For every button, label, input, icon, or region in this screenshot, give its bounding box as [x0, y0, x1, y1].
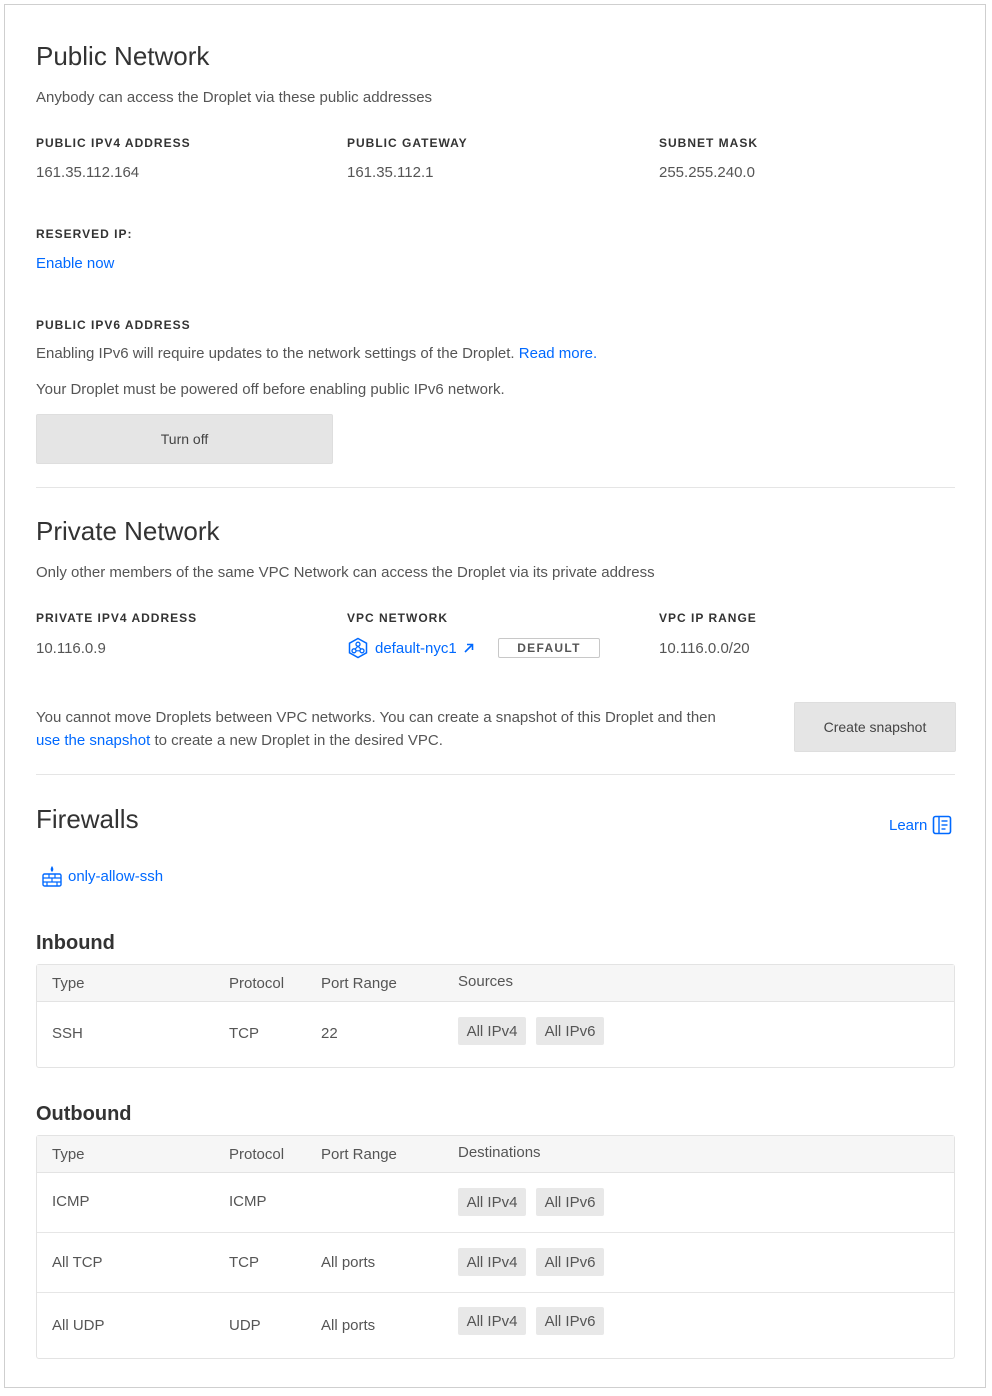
rule-type: ICMP: [52, 1193, 90, 1210]
private-network-title: Private Network: [36, 516, 220, 546]
ipv6-note: Enabling IPv6 will require updates to th…: [36, 345, 597, 362]
table-row: SSH TCP 22 All IPv4 All IPv6: [37, 1002, 954, 1068]
firewalls-title: Firewalls: [36, 804, 139, 834]
vpc-ip-range-label: VPC IP RANGE: [659, 611, 757, 625]
rule-protocol: ICMP: [229, 1193, 267, 1210]
column-header-type: Type: [52, 1146, 85, 1163]
destination-chip: All IPv6: [536, 1248, 604, 1276]
column-header-protocol: Protocol: [229, 975, 285, 992]
rule-type: All TCP: [52, 1254, 103, 1271]
firewall-icon: [42, 865, 62, 887]
outbound-rules-table: Type Protocol Port Range Destinations IC…: [36, 1135, 955, 1359]
rule-protocol: TCP: [229, 1254, 259, 1271]
private-ipv4-value: 10.116.0.9: [36, 640, 106, 657]
public-ipv6-label: PUBLIC IPV6 ADDRESS: [36, 318, 191, 332]
rule-port-range: All ports: [321, 1317, 376, 1334]
ipv6-note-text: Enabling IPv6 will require updates to th…: [36, 345, 515, 362]
rule-type: SSH: [52, 1025, 83, 1042]
source-chip: All IPv4: [458, 1017, 526, 1045]
subnet-mask-value: 255.255.240.0: [659, 164, 755, 181]
rule-port-range: All ports: [321, 1254, 376, 1271]
enable-reserved-ip-link[interactable]: Enable now: [36, 255, 114, 272]
ipv6-read-more-link[interactable]: Read more.: [519, 345, 597, 362]
rule-protocol: TCP: [229, 1025, 259, 1042]
rule-port-range: 22: [321, 1025, 338, 1042]
table-row: All UDP UDP All ports All IPv4 All IPv6: [37, 1293, 954, 1359]
subnet-mask-label: SUBNET MASK: [659, 136, 759, 150]
public-ipv4-label: PUBLIC IPV4 ADDRESS: [36, 136, 191, 150]
document-icon[interactable]: [932, 815, 952, 835]
column-header-protocol: Protocol: [229, 1146, 285, 1163]
reserved-ip-label: RESERVED IP:: [36, 227, 133, 241]
destination-chip: All IPv4: [458, 1248, 526, 1276]
use-snapshot-link[interactable]: use the snapshot: [36, 732, 150, 749]
section-divider: [36, 774, 955, 775]
section-divider: [36, 487, 955, 488]
vpc-move-note-text: You cannot move Droplets between VPC net…: [36, 709, 716, 726]
rule-type: All UDP: [52, 1317, 105, 1334]
destination-chip: All IPv6: [536, 1307, 604, 1335]
ipv6-power-note: Your Droplet must be powered off before …: [36, 381, 505, 398]
vpc-network-label: VPC NETWORK: [347, 611, 448, 625]
public-network-title: Public Network: [36, 41, 210, 71]
private-network-description: Only other members of the same VPC Netwo…: [36, 564, 655, 581]
create-snapshot-button[interactable]: Create snapshot: [794, 702, 956, 752]
destination-chip: All IPv4: [458, 1307, 526, 1335]
column-header-destinations: Destinations: [458, 1144, 541, 1161]
table-header: Type Protocol Port Range Destinations: [37, 1136, 954, 1173]
public-ipv4-value: 161.35.112.164: [36, 164, 140, 181]
table-row: All TCP TCP All ports All IPv4 All IPv6: [37, 1233, 954, 1293]
turn-off-button[interactable]: Turn off: [36, 414, 333, 464]
table-header: Type Protocol Port Range Sources: [37, 965, 954, 1002]
source-chip: All IPv6: [536, 1017, 604, 1045]
vpc-network-link[interactable]: default-nyc1: [375, 640, 457, 657]
inbound-rules-table: Type Protocol Port Range Sources SSH TCP…: [36, 964, 955, 1068]
external-link-arrow-icon[interactable]: [463, 642, 475, 654]
vpc-move-note-text-end: to create a new Droplet in the desired V…: [154, 732, 443, 749]
rule-protocol: UDP: [229, 1317, 261, 1334]
public-network-description: Anybody can access the Droplet via these…: [36, 89, 433, 106]
column-header-port-range: Port Range: [321, 1146, 397, 1163]
public-gateway-label: PUBLIC GATEWAY: [347, 136, 468, 150]
vpc-move-note: You cannot move Droplets between VPC net…: [36, 706, 776, 752]
vpc-default-badge: DEFAULT: [498, 638, 600, 658]
vpc-network-icon: [347, 637, 369, 659]
column-header-port-range: Port Range: [321, 975, 397, 992]
firewall-item[interactable]: only-allow-ssh: [42, 865, 163, 887]
networking-panel: Public Network Anybody can access the Dr…: [4, 4, 986, 1388]
private-ipv4-label: PRIVATE IPV4 ADDRESS: [36, 611, 198, 625]
learn-link[interactable]: Learn: [889, 817, 927, 834]
destination-chip: All IPv6: [536, 1188, 604, 1216]
firewall-link[interactable]: only-allow-ssh: [68, 868, 163, 885]
vpc-ip-range-value: 10.116.0.0/20: [659, 640, 750, 657]
destination-chip: All IPv4: [458, 1188, 526, 1216]
table-row: ICMP ICMP All IPv4 All IPv6: [37, 1173, 954, 1233]
inbound-title: Inbound: [36, 932, 115, 954]
column-header-sources: Sources: [458, 973, 514, 990]
vpc-network-row: default-nyc1: [347, 636, 475, 660]
outbound-title: Outbound: [36, 1103, 132, 1125]
column-header-type: Type: [52, 975, 85, 992]
learn-link-group[interactable]: Learn: [889, 815, 952, 835]
public-gateway-value: 161.35.112.1: [347, 164, 434, 181]
